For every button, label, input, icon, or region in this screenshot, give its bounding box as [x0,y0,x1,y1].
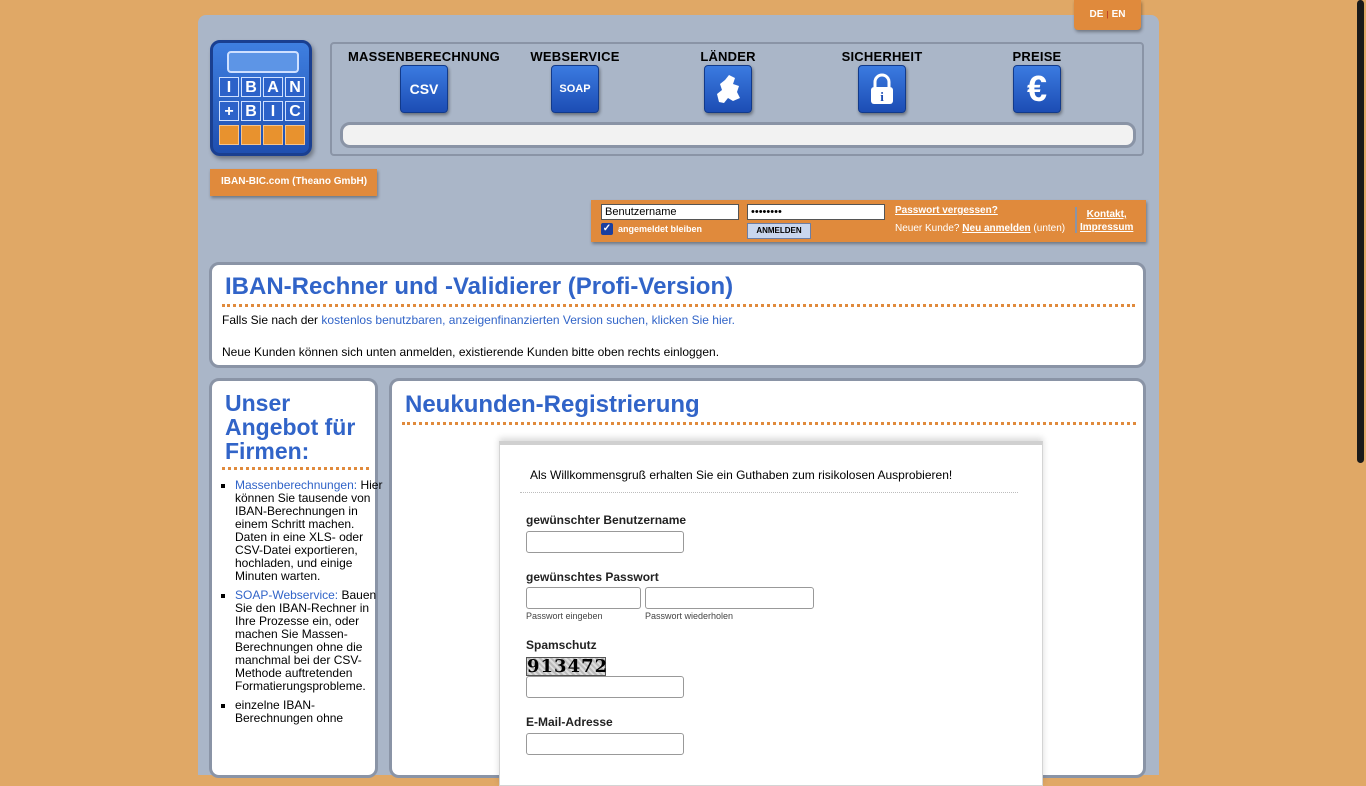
offer-text: einzelne IBAN-Berechnungen ohne [235,698,344,725]
contact-links: Kontakt, Impressum [1080,208,1133,234]
nav-label: LÄNDER [700,49,756,64]
language-switcher: DE | EN [1074,0,1141,30]
intro-line-2: Neue Kunden können sich unten anmelden, … [222,345,720,359]
logo-key: C [285,101,305,121]
iban-bic-logo[interactable]: I B A N + B I C [210,40,312,156]
soap-icon: SOAP [551,65,599,113]
new-customer-text: Neuer Kunde? Neu anmelden (unten) [895,223,1065,234]
free-version-link[interactable]: kostenlos benutzbaren, anzeigenfinanzier… [321,313,735,327]
euro-icon: € [1013,65,1061,113]
captcha-image: 913472 [526,656,609,677]
logo-key: N [285,77,305,97]
login-bar: ✓ angemeldet bleiben ANMELDEN Passwort v… [591,200,1146,242]
divider [520,492,1018,493]
logo-key: B [241,101,261,121]
email-field[interactable] [526,733,684,755]
europe-map-icon [704,65,752,113]
username-input[interactable] [601,204,739,220]
logo-key [285,125,305,145]
registration-panel: Neukunden-Registrierung Als Willkommensg… [389,378,1146,786]
logo-row-bic: + B I C [219,101,305,121]
page-title: IBAN-Rechner und -Validierer (Profi-Vers… [222,273,1135,307]
nav-label: PREISE [1012,49,1062,64]
forgot-password-link[interactable]: Passwort vergessen? [895,205,998,216]
offer-text: Hier können Sie tausende von IBAN-Berech… [235,478,383,583]
logo-key [241,125,261,145]
logo-key: + [219,101,239,121]
lang-separator: | [1106,10,1109,19]
logo-key: I [263,101,283,121]
logo-row-iban: I B A N [219,77,305,97]
password-label: gewünschtes Passwort [526,570,659,584]
nav-label: SICHERHEIT [841,49,923,64]
remember-me[interactable]: ✓ angemeldet bleiben [601,223,702,235]
impressum-link[interactable]: Impressum [1080,221,1133,234]
login-button[interactable]: ANMELDEN [747,223,811,239]
checkbox-checked-icon[interactable]: ✓ [601,223,613,235]
intro-panel: IBAN-Rechner und -Validierer (Profi-Vers… [209,262,1146,368]
new-password-field[interactable] [526,587,641,609]
offer-title: Unser Angebot für Firmen: [222,391,369,470]
list-item: Massenberechnungen: Hier können Sie taus… [235,479,385,583]
lang-en-link[interactable]: EN [1112,9,1126,20]
registration-form: Als Willkommensgruß erhalten Sie ein Gut… [499,441,1043,786]
intro-prefix: Falls Sie nach der [222,313,319,327]
spam-label: Spamschutz [526,638,597,652]
password-hint-1: Passwort eingeben [526,611,603,621]
offer-text: Bauen Sie den IBAN-Rechner in Ihre Proze… [235,588,377,693]
new-customer-suffix: (unten) [1033,223,1066,234]
logo-calculator-screen [227,51,299,73]
logo-key [263,125,283,145]
password-hint-2: Passwort wiederholen [645,611,734,621]
nav-sicherheit[interactable]: SICHERHEIT i [840,49,924,113]
logo-key: I [219,77,239,97]
offer-list: Massenberechnungen: Hier können Sie taus… [222,479,385,731]
login-divider [1075,207,1077,233]
main-navigation: MASSENBERECHNUNG CSV WEBSERVICE SOAP LÄN… [330,42,1144,156]
logo-key [219,125,239,145]
lock-icon: i [858,65,906,113]
nav-label: WEBSERVICE [530,49,620,64]
contact-link[interactable]: Kontakt, [1080,208,1133,221]
repeat-password-field[interactable] [645,587,814,609]
intro-line-1: Falls Sie nach der kostenlos benutzbaren… [222,313,735,327]
logo-row-orange [219,125,305,145]
welcome-text: Als Willkommensgruß erhalten Sie ein Gut… [530,468,953,482]
nav-preise[interactable]: PREISE € [1004,49,1070,113]
nav-laender[interactable]: LÄNDER [688,49,768,113]
logo-key: A [263,77,283,97]
offer-link-soap[interactable]: SOAP-Webservice: [235,588,338,602]
registration-title: Neukunden-Registrierung [402,391,1136,425]
nav-massenberechnung[interactable]: MASSENBERECHNUNG CSV [346,49,502,113]
new-customer-prefix: Neuer Kunde? [895,223,960,234]
offer-panel: Unser Angebot für Firmen: Massenberechnu… [209,378,382,778]
remember-label: angemeldet bleiben [618,224,703,234]
register-link[interactable]: Neu anmelden [962,223,1030,234]
nav-label: MASSENBERECHNUNG [348,49,500,64]
new-username-field[interactable] [526,531,684,553]
offer-link-mass[interactable]: Massenberechnungen: [235,478,357,492]
lang-de-link[interactable]: DE [1089,9,1103,20]
scrollbar-thumb[interactable] [1357,0,1364,463]
csv-icon: CSV [400,65,448,113]
logo-key: B [241,77,261,97]
password-input[interactable] [747,204,885,220]
username-label: gewünschter Benutzername [526,513,687,527]
list-item: SOAP-Webservice: Bauen Sie den IBAN-Rech… [235,589,385,693]
company-badge[interactable]: IBAN-BIC.com (Theano GmbH) [210,169,377,196]
svg-text:i: i [880,89,884,104]
nav-webservice[interactable]: WEBSERVICE SOAP [527,49,623,113]
nav-bar-strip [340,122,1136,148]
captcha-field[interactable] [526,676,684,698]
email-label: E-Mail-Adresse [526,715,613,729]
list-item: einzelne IBAN-Berechnungen ohne [235,699,385,725]
